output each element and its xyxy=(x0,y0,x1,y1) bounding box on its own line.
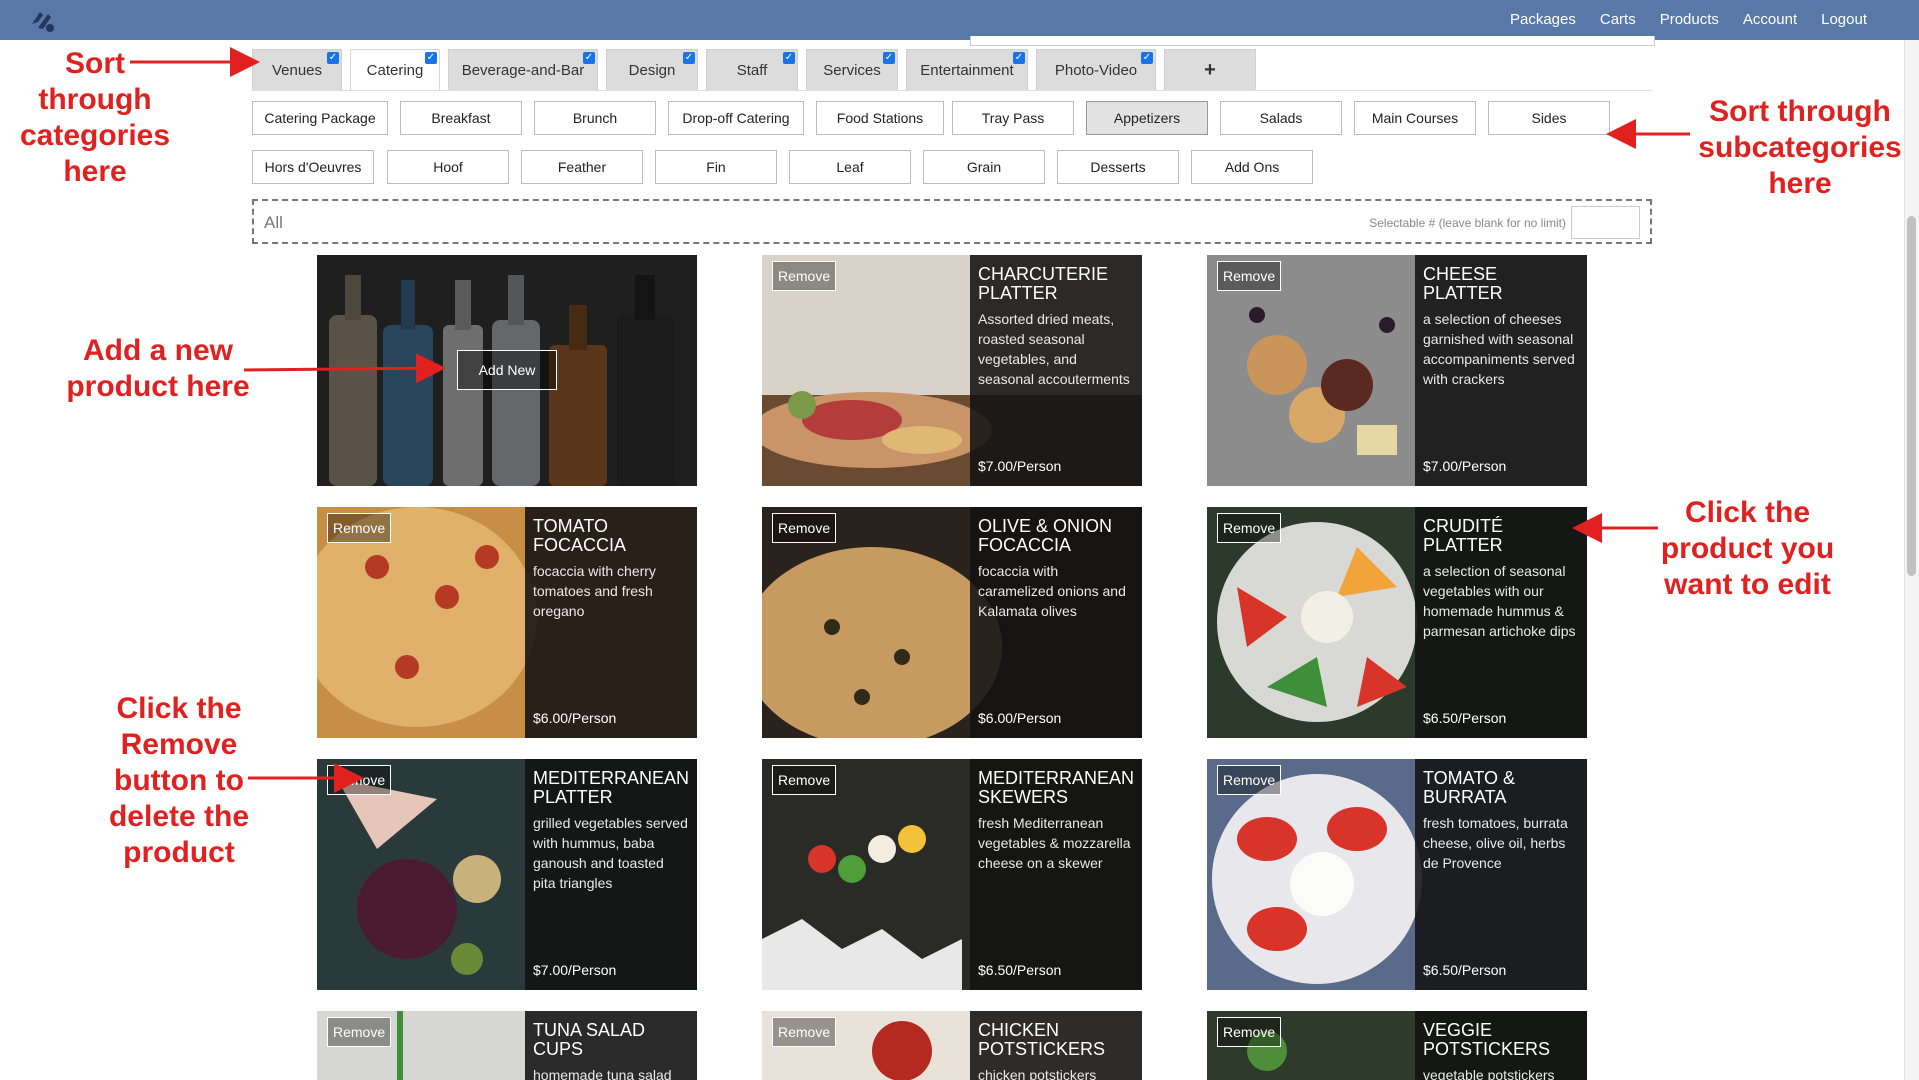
arrow-add-new xyxy=(243,353,446,384)
annotation-arrows xyxy=(130,47,1690,793)
